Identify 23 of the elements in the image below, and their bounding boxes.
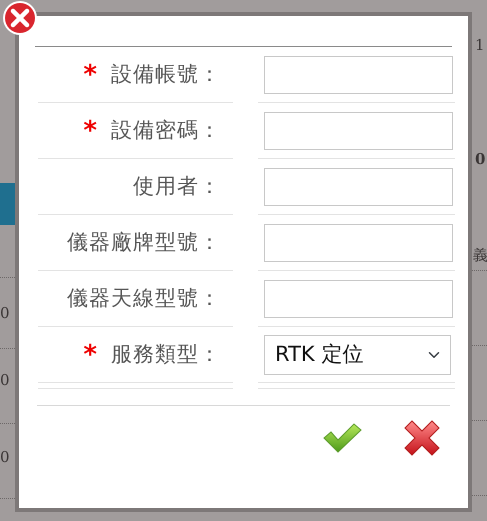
input-field[interactable] [264, 280, 453, 318]
input-field[interactable] [264, 112, 453, 150]
background-text: 1 [475, 36, 485, 54]
service-type-select[interactable]: RTK 定位 [264, 334, 451, 374]
required-mark: * [83, 62, 97, 88]
background-text: 0 [0, 448, 10, 466]
background-text: 0 [0, 304, 10, 322]
required-mark: * [83, 118, 97, 144]
input-field[interactable] [264, 224, 453, 262]
field-label: 設備帳號： [111, 60, 221, 88]
required-mark: * [83, 342, 97, 368]
field-label: 服務類型： [111, 340, 221, 368]
cancel-button[interactable] [402, 418, 442, 458]
field-label: 儀器天線型號： [67, 284, 221, 312]
field-label: 設備密碼： [111, 116, 221, 144]
background-text: 0 [475, 150, 486, 168]
tab-bar [0, 183, 15, 225]
field-label: 使用者： [133, 172, 221, 200]
background-text: 0 [0, 371, 10, 389]
input-field[interactable] [264, 168, 453, 206]
field-label: 儀器廠牌型號： [67, 228, 221, 256]
input-field[interactable] [264, 56, 453, 94]
close-icon[interactable] [2, 0, 38, 36]
